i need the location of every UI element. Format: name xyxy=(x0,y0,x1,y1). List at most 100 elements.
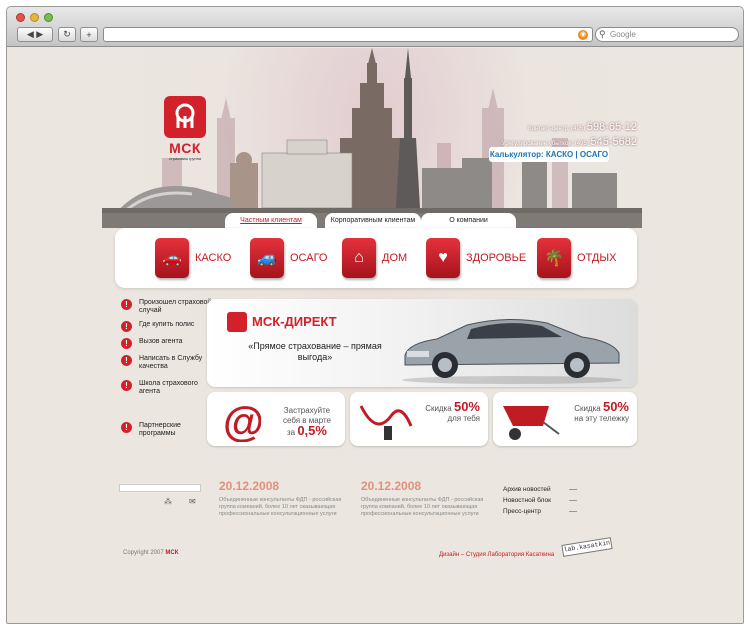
window-controls xyxy=(16,13,53,22)
service-health[interactable]: ♥ ЗДОРОВЬЕ xyxy=(426,236,526,280)
promo-self-insurance[interactable]: @ Застрахуйте себя в марте за 0,5% xyxy=(207,392,345,446)
menu-item-label: Школа страхового агента xyxy=(139,380,198,395)
copyright-text: Copyright 2007 xyxy=(123,550,164,556)
news-date: 20.12.2008 xyxy=(361,479,422,493)
back-forward-button[interactable]: ◀ ▶ xyxy=(17,27,53,42)
news-text: Объединенные консультанты ФДП - российск… xyxy=(361,497,484,517)
news-text: Объединенные консультанты ФДП - российск… xyxy=(219,497,342,517)
house-icon: ⌂ xyxy=(342,238,376,278)
search-icon: ⚲ xyxy=(599,29,606,39)
menu-item-label: Произошел страховой случай xyxy=(139,299,212,314)
promo-line: для тебя xyxy=(447,414,480,423)
promo-value: 0,5% xyxy=(297,423,327,438)
reload-button[interactable]: ↻ xyxy=(58,27,76,42)
menu-item-insured-event[interactable]: ! Произошел страховой случай xyxy=(119,299,214,315)
menu-item-label: Где купить полис xyxy=(139,321,195,328)
car-collision-icon: 🚙 xyxy=(250,238,284,278)
promo-discount-you[interactable]: Скидка 50% для тебя xyxy=(350,392,488,446)
copyright-brand: МСК xyxy=(165,550,179,556)
menu-item-buy-policy[interactable]: ! Где купить полис xyxy=(119,321,214,332)
banner-title: МСК-ДИРЕКТ xyxy=(252,314,337,329)
alert-icon: ! xyxy=(121,380,132,391)
car-crash-icon: 🚗 xyxy=(155,238,189,278)
link-press-center[interactable]: Пресс-центр xyxy=(503,508,577,515)
lab-badge[interactable]: lab.kasatkin xyxy=(561,537,613,557)
browser-window: ◀ ▶ ↻ + ◉ ⚲ Google МСК страховая группа … xyxy=(6,6,744,624)
promo-value: 50% xyxy=(602,399,629,414)
news-date: 20.12.2008 xyxy=(219,479,280,493)
search-placeholder: Google xyxy=(610,30,636,39)
logo-brand-text: МСК xyxy=(169,140,201,156)
msk-logo-mark-icon xyxy=(164,96,206,138)
browser-toolbar: ◀ ▶ ↻ + ◉ ⚲ Google xyxy=(7,7,743,47)
promo-discount-cart[interactable]: Скидка 50% на эту тележку xyxy=(493,392,637,446)
svg-text:@: @ xyxy=(223,398,261,442)
contact-center-label: Контакт-центр: xyxy=(528,126,570,132)
service-kasko[interactable]: 🚗 КАСКО xyxy=(155,236,231,280)
menu-item-label: Написать в Службу качества xyxy=(139,355,203,370)
service-leisure[interactable]: 🌴 ОТДЫХ xyxy=(537,236,616,280)
alert-icon: ! xyxy=(121,299,132,310)
at-sign-icon: @ xyxy=(223,398,261,442)
promo-line: за xyxy=(286,428,296,437)
promo-text: Скидка 50% на эту тележку xyxy=(574,399,629,424)
service-osago-label: ОСАГО xyxy=(290,252,328,264)
msk-direct-banner[interactable]: МСК-ДИРЕКТ «Прямое страхование – прямая … xyxy=(207,299,637,387)
alert-icon: ! xyxy=(121,422,132,433)
promo-text: Застрахуйте себя в марте за 0,5% xyxy=(283,406,331,438)
close-window-icon[interactable] xyxy=(16,13,25,22)
menu-item-call-agent[interactable]: ! Вызов агента xyxy=(119,338,214,349)
alert-icon: ! xyxy=(121,338,132,349)
contact-center-code: (495) xyxy=(571,126,586,132)
services-panel: 🚗 КАСКО 🚙 ОСАГО ⌂ ДОМ ♥ ЗДОРОВЬЕ 🌴 ОТДЫХ xyxy=(115,228,637,288)
add-bookmark-button[interactable]: + xyxy=(80,27,98,42)
web-page: МСК страховая группа Контакт-центр: (495… xyxy=(7,48,743,623)
design-credit-link[interactable]: Дизайн – Студия Лаборатория Касаткина xyxy=(439,552,554,558)
mail-icon[interactable]: ✉ xyxy=(189,497,196,506)
address-bar[interactable]: ◉ xyxy=(103,27,593,42)
service-osago[interactable]: 🚙 ОСАГО xyxy=(250,236,328,280)
zoom-window-icon[interactable] xyxy=(44,13,53,22)
news-item[interactable]: 20.12.2008 Объединенные консультанты ФДП… xyxy=(361,479,496,518)
news-links: Архив новостей Новостной блок Пресс-цент… xyxy=(503,486,577,519)
menu-item-agent-school[interactable]: ! Школа страхового агента xyxy=(119,380,214,396)
service-health-label: ЗДОРОВЬЕ xyxy=(466,252,527,264)
service-home[interactable]: ⌂ ДОМ xyxy=(342,236,407,280)
alert-icon: ! xyxy=(121,355,132,366)
site-search-input[interactable] xyxy=(119,484,201,492)
menu-item-partner-programs[interactable]: ! Партнерские программы xyxy=(119,422,214,438)
copyright: Copyright 2007 МСК xyxy=(123,550,178,556)
service-leisure-label: ОТДЫХ xyxy=(577,252,617,264)
calculator-link[interactable]: Калькулятор: КАСКО | ОСАГО xyxy=(489,147,609,162)
promo-line: Скидка xyxy=(574,404,601,413)
left-menu: ! Произошел страховой случай ! Где купит… xyxy=(119,299,214,438)
logo-tagline: страховая группа xyxy=(168,156,202,161)
news-item[interactable]: 20.12.2008 Объединенные консультанты ФДП… xyxy=(219,479,354,518)
wheelbarrow-icon xyxy=(503,406,560,440)
minimize-window-icon[interactable] xyxy=(30,13,39,22)
sitemap-icon[interactable]: ⁂ xyxy=(164,497,172,506)
menu-item-label: Вызов агента xyxy=(139,338,183,345)
car-image xyxy=(402,318,622,384)
banner-slogan: «Прямое страхование – прямая выгода» xyxy=(248,341,382,362)
promo-text: Скидка 50% для тебя xyxy=(425,399,480,424)
search-input[interactable]: ⚲ Google xyxy=(595,27,739,42)
menu-item-label: Партнерские программы xyxy=(139,422,181,437)
contact-center-phone: Контакт-центр: (495) 598-65-12 xyxy=(477,121,637,133)
service-home-label: ДОМ xyxy=(382,252,408,264)
link-news-block[interactable]: Новостной блок xyxy=(503,497,577,504)
jump-rope-icon xyxy=(359,405,413,440)
contact-center-number: 598-65-12 xyxy=(586,121,637,133)
msk-logo[interactable]: МСК страховая группа xyxy=(156,96,214,166)
menu-item-quality-service[interactable]: ! Написать в Службу качества xyxy=(119,355,214,371)
promo-line: Застрахуйте xyxy=(283,406,331,415)
promo-value: 50% xyxy=(453,399,480,414)
msk-logo-mark-icon xyxy=(227,312,247,332)
heart-icon: ♥ xyxy=(426,238,460,278)
palm-icon: 🌴 xyxy=(537,238,571,278)
service-kasko-label: КАСКО xyxy=(195,252,232,264)
promo-line: на эту тележку xyxy=(574,414,629,423)
rss-icon[interactable]: ◉ xyxy=(578,30,588,40)
promo-line: Скидка xyxy=(425,404,452,413)
link-news-archive[interactable]: Архив новостей xyxy=(503,486,577,493)
